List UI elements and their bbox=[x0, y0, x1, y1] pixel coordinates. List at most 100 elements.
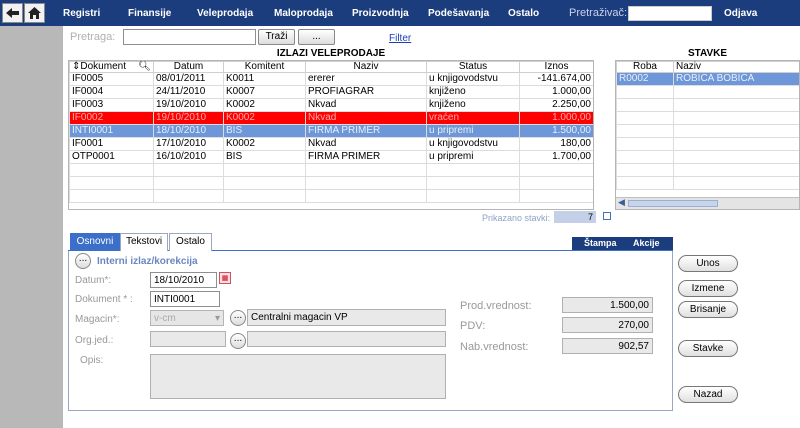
table-row[interactable]: IF0002 19/10/2010 K0002 Nkvad vraćen 1.000,00 bbox=[69, 111, 593, 125]
empty-row bbox=[69, 176, 593, 190]
cell-dokument: OTP0001 bbox=[69, 150, 154, 164]
cell-komitent: K0011 bbox=[223, 72, 306, 86]
col-naziv[interactable]: Naziv bbox=[305, 61, 427, 73]
nav-proizvodnja[interactable]: Proizvodnja bbox=[352, 8, 409, 19]
col-stavka-naziv[interactable]: Naziv bbox=[673, 61, 799, 73]
left-sidebar bbox=[0, 26, 63, 428]
opis-textarea[interactable] bbox=[150, 354, 446, 399]
calendar-icon[interactable]: ▦ bbox=[219, 272, 231, 284]
cell-komitent: BIS bbox=[223, 124, 306, 138]
stavke-button[interactable]: Stavke bbox=[678, 340, 738, 357]
cell-status: u pripremi bbox=[426, 124, 520, 138]
search-button[interactable]: Traži bbox=[258, 29, 295, 45]
magacin-lookup-button[interactable]: ... bbox=[230, 310, 246, 326]
home-icon bbox=[28, 7, 41, 19]
prod-label: Prod.vrednost: bbox=[460, 300, 532, 312]
cell-datum: 19/10/2010 bbox=[153, 98, 224, 112]
nav-veleprodaja[interactable]: Veleprodaja bbox=[197, 8, 253, 19]
cell-datum: 16/10/2010 bbox=[153, 150, 224, 164]
opis-label: Opis: bbox=[80, 355, 104, 366]
stavke-scrollbar[interactable]: ◀ bbox=[616, 197, 799, 209]
orgjed-field[interactable] bbox=[150, 331, 226, 347]
cell-komitent: K0002 bbox=[223, 137, 306, 151]
table-row[interactable]: IF0004 24/11/2010 K0007 PROFIAGRAR knjiženo 1… bbox=[69, 85, 593, 99]
scroll-left-icon[interactable]: ◀ bbox=[618, 198, 625, 208]
unos-button[interactable]: Unos bbox=[678, 255, 738, 272]
pdv-label: PDV: bbox=[460, 320, 486, 332]
table-row[interactable]: IF0001 17/10/2010 K0002 Nkvad u knjigovodstv… bbox=[69, 137, 593, 151]
izmene-button[interactable]: Izmene bbox=[678, 280, 738, 297]
shown-count-label: Prikazano stavki: bbox=[482, 213, 551, 223]
nav-maloprodaja[interactable]: Maloprodaja bbox=[274, 8, 333, 19]
table-row[interactable]: IF0003 19/10/2010 K0002 Nkvad knjiženo 2.250,… bbox=[69, 98, 593, 112]
cell-iznos: 1.000,00 bbox=[519, 111, 593, 125]
shown-count: 7 bbox=[554, 211, 596, 223]
cell-dokument: IF0003 bbox=[69, 98, 154, 112]
column-search-icon[interactable]: 🔍︎ bbox=[138, 62, 151, 72]
nav-podesavanja[interactable]: Podešavanja bbox=[428, 8, 489, 19]
table-row[interactable]: IF0005 08/01/2011 K0011 ererer u knjigovodst… bbox=[69, 72, 593, 86]
back-button[interactable] bbox=[2, 3, 23, 23]
nazad-button[interactable]: Nazad bbox=[678, 386, 738, 403]
prod-value: 1.500,00 bbox=[562, 297, 653, 313]
col-dokument[interactable]: ⇕Dokument 🔍︎ bbox=[69, 61, 154, 73]
col-komitent[interactable]: Komitent bbox=[223, 61, 306, 73]
scroll-thumb[interactable] bbox=[628, 200, 718, 207]
stavke-title: STAVKE bbox=[687, 48, 728, 59]
search-label: Pretraga: bbox=[70, 31, 116, 43]
expand-icon[interactable] bbox=[603, 212, 611, 220]
magacin-label: Magacin*: bbox=[75, 314, 120, 325]
brisanje-button[interactable]: Brisanje bbox=[678, 301, 738, 318]
logout-link[interactable]: Odjava bbox=[724, 8, 757, 19]
actions-menu[interactable]: Akcije bbox=[633, 238, 660, 248]
col-datum[interactable]: Datum bbox=[153, 61, 224, 73]
filter-link[interactable]: Filter bbox=[389, 33, 411, 44]
cell-naziv: FIRMA PRIMER bbox=[305, 150, 427, 164]
magacin-select-value: v-cm bbox=[154, 313, 176, 324]
magacin-select[interactable]: v-cm ▾ bbox=[150, 310, 224, 326]
cell-datum: 18/10/2010 bbox=[153, 124, 224, 138]
datum-label: Datum*: bbox=[75, 275, 112, 286]
empty-row bbox=[616, 98, 799, 112]
nav-finansije[interactable]: Finansije bbox=[128, 8, 171, 19]
table-row[interactable]: INTI0001 18/10/2010 BIS FIRMA PRIMER u pripr… bbox=[69, 124, 593, 138]
cell-komitent: K0002 bbox=[223, 98, 306, 112]
cell-naziv: Nkvad bbox=[305, 137, 427, 151]
cell-dokument: IF0004 bbox=[69, 85, 154, 99]
col-roba[interactable]: Roba bbox=[616, 61, 674, 73]
form-options-button[interactable]: ... bbox=[75, 253, 91, 269]
datum-field[interactable]: 18/10/2010 bbox=[150, 272, 217, 288]
empty-row bbox=[616, 137, 799, 151]
search-more-button[interactable]: ... bbox=[298, 29, 335, 45]
stavke-row[interactable]: R0002 ROBICA BOBICA bbox=[616, 72, 799, 86]
tab-ostalo[interactable]: Ostalo bbox=[169, 233, 212, 251]
cell-komitent: K0002 bbox=[223, 111, 306, 125]
col-dokument-label: Dokument bbox=[80, 61, 126, 72]
tab-tekstovi[interactable]: Tekstovi bbox=[120, 233, 168, 251]
chevron-down-icon: ▾ bbox=[214, 313, 220, 324]
nav-ostalo[interactable]: Ostalo bbox=[508, 8, 539, 19]
cell-iznos: 2.250,00 bbox=[519, 98, 593, 112]
empty-row bbox=[616, 163, 799, 177]
cell-iznos: 1.000,00 bbox=[519, 85, 593, 99]
cell-status: knjiženo bbox=[426, 85, 520, 99]
search-input[interactable] bbox=[123, 29, 256, 45]
back-arrow-icon bbox=[6, 8, 19, 18]
cell-naziv: Nkvad bbox=[305, 111, 427, 125]
global-search-input[interactable] bbox=[628, 6, 712, 21]
cell-dokument: IF0005 bbox=[69, 72, 154, 86]
nav-registri[interactable]: Registri bbox=[63, 8, 100, 19]
orgjed-lookup-button[interactable]: ... bbox=[230, 333, 246, 349]
print-menu[interactable]: Štampa bbox=[584, 238, 617, 248]
table-row[interactable]: OTP0001 16/10/2010 BIS FIRMA PRIMER u pripre… bbox=[69, 150, 593, 164]
col-status[interactable]: Status bbox=[426, 61, 520, 73]
nab-label: Nab.vrednost: bbox=[460, 341, 529, 353]
cell-naziv: ererer bbox=[305, 72, 427, 86]
home-button[interactable] bbox=[24, 3, 45, 23]
dokument-field[interactable]: INTI0001 bbox=[150, 291, 220, 307]
col-iznos[interactable]: Iznos bbox=[519, 61, 593, 73]
stavke-header-row: Roba Naziv bbox=[616, 61, 799, 73]
cell-iznos: -141.674,00 bbox=[519, 72, 593, 86]
orgjed-name-field bbox=[247, 331, 446, 347]
tab-osnovni[interactable]: Osnovni bbox=[70, 233, 120, 251]
